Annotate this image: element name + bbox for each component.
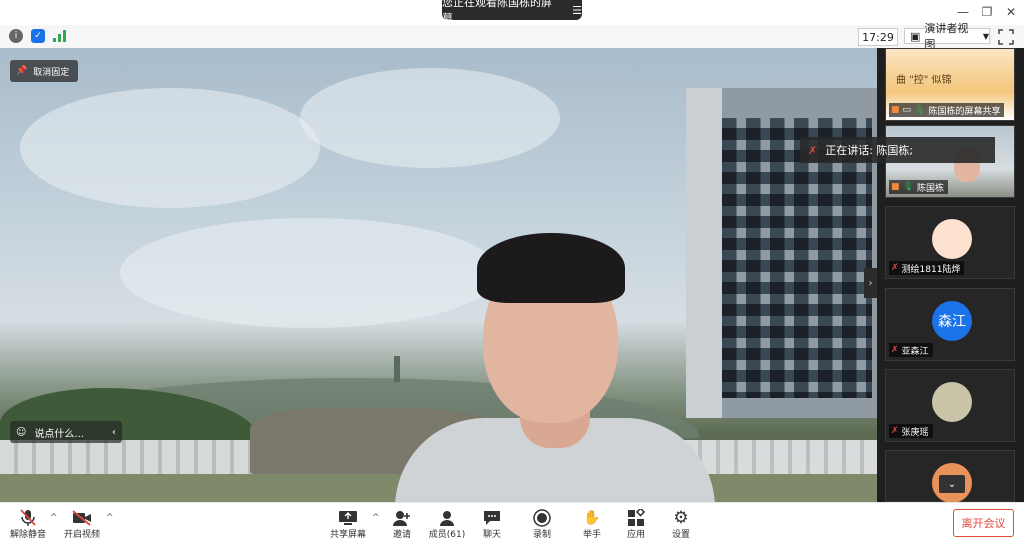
mic-off-icon: ✗ bbox=[891, 263, 899, 273]
participant-name: 测绘1811陆烨 bbox=[901, 264, 961, 275]
avatar-icon: ■ bbox=[891, 105, 900, 115]
participant-avatar: 森江 bbox=[932, 301, 972, 341]
chevron-left-icon[interactable]: ‹ bbox=[112, 427, 122, 438]
emoji-icon[interactable]: ☺ bbox=[16, 427, 26, 438]
speaking-text: 正在讲话: 陈国栋; bbox=[825, 144, 914, 157]
meeting-toolbar: 解除静音 ^ 开启视频 ^ 共享屏幕 ^ 邀请 成员(61) 聊天 录制 ✋ 举… bbox=[0, 502, 1024, 543]
settings-label: 设置 bbox=[671, 530, 690, 540]
mic-off-icon bbox=[18, 509, 38, 527]
raise-hand-button[interactable]: ✋ 举手 bbox=[580, 509, 604, 543]
fullscreen-icon[interactable] bbox=[998, 29, 1014, 45]
chat-quick-input[interactable]: ☺ 说点什么... ‹ bbox=[10, 421, 122, 443]
participant-tile[interactable]: ⌄ bbox=[885, 450, 1015, 503]
gear-icon: ⚙ bbox=[673, 508, 689, 528]
cloud bbox=[20, 88, 320, 208]
raise-hand-label: 举手 bbox=[582, 530, 601, 540]
chevron-up-icon[interactable]: ^ bbox=[50, 513, 58, 523]
participant-name-bar: ■ 🎙 陈国栋 bbox=[889, 180, 948, 194]
mic-off-icon: ✗ bbox=[891, 345, 899, 355]
chevron-up-icon[interactable]: ^ bbox=[106, 513, 114, 523]
unpin-label: 取消固定 bbox=[33, 67, 70, 78]
members-icon bbox=[437, 509, 457, 527]
participant-tile[interactable]: ✗ 测绘1811陆烨 bbox=[885, 206, 1015, 279]
hamburger-icon[interactable]: ☰ bbox=[572, 4, 582, 17]
start-video-button[interactable]: 开启视频 bbox=[62, 509, 102, 543]
participant-tile[interactable]: 曲 "控" 似锦 ■ ▭ 🎙 陈国栋的屏幕共享 bbox=[885, 48, 1015, 121]
avatar-icon: ■ bbox=[891, 182, 900, 192]
record-icon bbox=[532, 509, 552, 527]
leave-meeting-button[interactable]: 离开会议 bbox=[953, 509, 1014, 537]
mic-icon: 🎙 bbox=[914, 105, 926, 115]
participant-tile[interactable]: ✗ 张庚瑶 bbox=[885, 369, 1015, 442]
speaking-indicator: ✗ 正在讲话: 陈国栋; bbox=[800, 137, 995, 163]
collapse-sidebar-button[interactable]: › bbox=[864, 268, 877, 298]
invite-button[interactable]: 邀请 bbox=[388, 509, 416, 543]
share-thumb-text: 曲 "控" 似锦 bbox=[896, 75, 952, 86]
shield-icon[interactable]: ✓ bbox=[31, 29, 45, 43]
chat-button[interactable]: 聊天 bbox=[480, 509, 504, 543]
chat-icon bbox=[482, 509, 502, 527]
unmute-button[interactable]: 解除静音 bbox=[10, 509, 46, 543]
share-screen-button[interactable]: 共享屏幕 bbox=[330, 509, 366, 543]
apps-button[interactable]: 应用 bbox=[624, 509, 648, 543]
hand-icon: ✋ bbox=[583, 510, 601, 526]
chat-placeholder: 说点什么... bbox=[34, 428, 84, 440]
apps-label: 应用 bbox=[626, 530, 645, 540]
mic-icon: 🎙 bbox=[902, 182, 914, 192]
sharing-banner[interactable]: 您正在观看陈国栋的屏幕 ☰ bbox=[442, 0, 582, 25]
mic-off-icon: ✗ bbox=[891, 426, 899, 436]
restore-icon[interactable]: ❐ bbox=[978, 4, 996, 20]
chevron-down-icon: ▼ bbox=[982, 31, 989, 41]
participant-name-bar: ✗ 张庚瑶 bbox=[889, 424, 933, 438]
participant-name: 亚森江 bbox=[901, 346, 929, 357]
participant-name-bar: ■ ▭ 🎙 陈国栋的屏幕共享 bbox=[889, 103, 1005, 117]
screen-share-icon: ▭ bbox=[902, 105, 912, 115]
invite-label: 邀请 bbox=[392, 530, 411, 540]
unpin-button[interactable]: 📌 取消固定 bbox=[10, 60, 78, 82]
signal-icon[interactable] bbox=[53, 29, 67, 43]
minimize-icon[interactable]: — bbox=[954, 4, 972, 20]
view-mode-dropdown[interactable]: ▣ 演讲者视图 ▼ bbox=[904, 22, 990, 51]
share-screen-label: 共享屏幕 bbox=[330, 530, 367, 540]
participant-name-bar: ✗ 测绘1811陆烨 bbox=[889, 261, 965, 275]
pin-icon: 📌 bbox=[16, 66, 28, 76]
participant-name: 陈国栋 bbox=[916, 183, 944, 194]
title-bar: 您正在观看陈国栋的屏幕 ☰ — ❐ ✕ bbox=[0, 0, 1024, 25]
sharing-banner-text: 您正在观看陈国栋的屏幕 bbox=[442, 0, 552, 25]
chevron-down-icon[interactable]: ⌄ bbox=[939, 475, 965, 493]
main-video[interactable] bbox=[0, 48, 877, 502]
apps-icon bbox=[626, 509, 646, 527]
mic-off-icon: ✗ bbox=[808, 143, 818, 157]
record-label: 录制 bbox=[532, 530, 551, 540]
participant-name: 陈国栋的屏幕共享 bbox=[928, 106, 1001, 117]
speaker-person bbox=[395, 233, 715, 502]
info-icon[interactable]: i bbox=[9, 29, 23, 43]
record-button[interactable]: 录制 bbox=[530, 509, 554, 543]
layout-icon: ▣ bbox=[910, 29, 921, 43]
members-label: 成员(61) bbox=[428, 530, 466, 540]
participant-name: 张庚瑶 bbox=[901, 427, 929, 438]
chevron-right-icon: › bbox=[868, 277, 873, 289]
share-screen-icon bbox=[338, 509, 358, 527]
participant-tile[interactable]: 森江 ✗ 亚森江 bbox=[885, 288, 1015, 361]
hair bbox=[477, 233, 625, 303]
close-icon[interactable]: ✕ bbox=[1002, 4, 1020, 20]
participant-name-bar: ✗ 亚森江 bbox=[889, 343, 933, 357]
participant-sidebar: 曲 "控" 似锦 ■ ▭ 🎙 陈国栋的屏幕共享 ■ 🎙 陈国栋 ✗ 测绘1811… bbox=[877, 48, 1024, 503]
members-button[interactable]: 成员(61) bbox=[428, 509, 466, 543]
meeting-clock: 17:29 bbox=[858, 28, 898, 46]
add-user-icon bbox=[392, 509, 412, 527]
cloud bbox=[300, 68, 560, 168]
video-off-icon bbox=[72, 509, 92, 527]
participant-avatar bbox=[932, 382, 972, 422]
unmute-label: 解除静音 bbox=[10, 530, 47, 540]
settings-button[interactable]: ⚙ 设置 bbox=[669, 508, 693, 543]
meeting-info-bar: i ✓ 17:29 ▣ 演讲者视图 ▼ bbox=[0, 22, 1024, 51]
chevron-up-icon[interactable]: ^ bbox=[372, 513, 380, 523]
chat-label: 聊天 bbox=[482, 530, 501, 540]
participant-avatar bbox=[932, 219, 972, 259]
start-video-label: 开启视频 bbox=[63, 530, 100, 540]
